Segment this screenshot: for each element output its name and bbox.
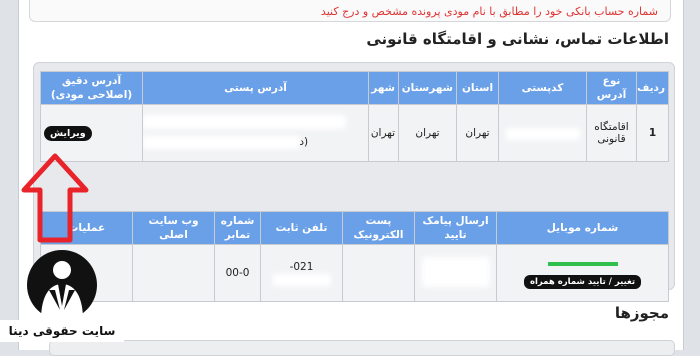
col-header: شهر [368, 70, 399, 106]
col-header: نوع آدرس [586, 70, 637, 106]
permits-title: مجوزها [614, 304, 669, 322]
website-value [132, 244, 215, 303]
table-row: 1 اقامتگاه قانونی تهران تهران تهران (د و… [40, 104, 669, 163]
edit-button[interactable]: ویرایش [44, 125, 92, 141]
lawyer-silhouette-icon [27, 250, 97, 320]
col-header: آدرس دقیق (اصلاحی مودی) [40, 70, 143, 106]
mobile-cell: تغییر / تایید شماره همراه [496, 244, 669, 303]
col-header: ارسال پیامک تایید [414, 210, 497, 246]
city-value: تهران [368, 104, 399, 163]
table-row: تغییر / تایید شماره همراه 021- 00-0 [40, 244, 669, 303]
row-index: 1 [636, 104, 669, 163]
postal-code-redacted [498, 104, 587, 163]
contact-table-header-row: شماره موبایل ارسال پیامک تایید پست الکتر… [40, 210, 669, 246]
fax-value: 00-0 [214, 244, 261, 303]
col-header: استان [456, 70, 499, 106]
county-value: تهران [398, 104, 457, 163]
col-header: آدرس پستی [142, 70, 369, 106]
col-header: کدپستی [498, 70, 587, 106]
postal-address-tail: (د [299, 135, 309, 148]
col-header: شماره موبایل [496, 210, 669, 246]
phone-cell: 021- [260, 244, 343, 303]
col-header: شهرستان [398, 70, 457, 106]
section-title: اطلاعات تماس، نشانی و اقامتگاه قانونی [366, 30, 669, 48]
address-table-header-row: ردیف نوع آدرس کدپستی استان شهرستان شهر آ… [40, 70, 669, 106]
permits-panel [49, 340, 675, 356]
province-value: تهران [456, 104, 499, 163]
col-header: تلفن ثابت [260, 210, 343, 246]
contact-table: شماره موبایل ارسال پیامک تایید پست الکتر… [40, 210, 669, 303]
email-value [342, 244, 415, 303]
arrow-up-icon [21, 153, 89, 243]
postal-address-redacted: (د [142, 104, 369, 163]
phone-value: 021- [289, 261, 314, 274]
address-table: ردیف نوع آدرس کدپستی استان شهرستان شهر آ… [40, 70, 669, 163]
sms-confirm-redacted [414, 244, 497, 303]
col-header: پست الکترونیک [342, 210, 415, 246]
notice-text: شماره حساب بانکی خود را مطابق با نام مود… [320, 5, 658, 18]
mobile-verified-bar [547, 262, 618, 267]
site-logo: سایت حقوقی دینا [0, 244, 132, 344]
change-mobile-button[interactable]: تغییر / تایید شماره همراه [523, 275, 642, 290]
address-type: اقامتگاه قانونی [586, 104, 637, 163]
col-header: ردیف [636, 70, 669, 106]
col-header: وب سایت اصلی [132, 210, 215, 246]
col-header: شماره تمابر [214, 210, 261, 246]
logo-caption: سایت حقوقی دینا [0, 320, 124, 342]
notice-box: شماره حساب بانکی خود را مطابق با نام مود… [29, 0, 671, 22]
